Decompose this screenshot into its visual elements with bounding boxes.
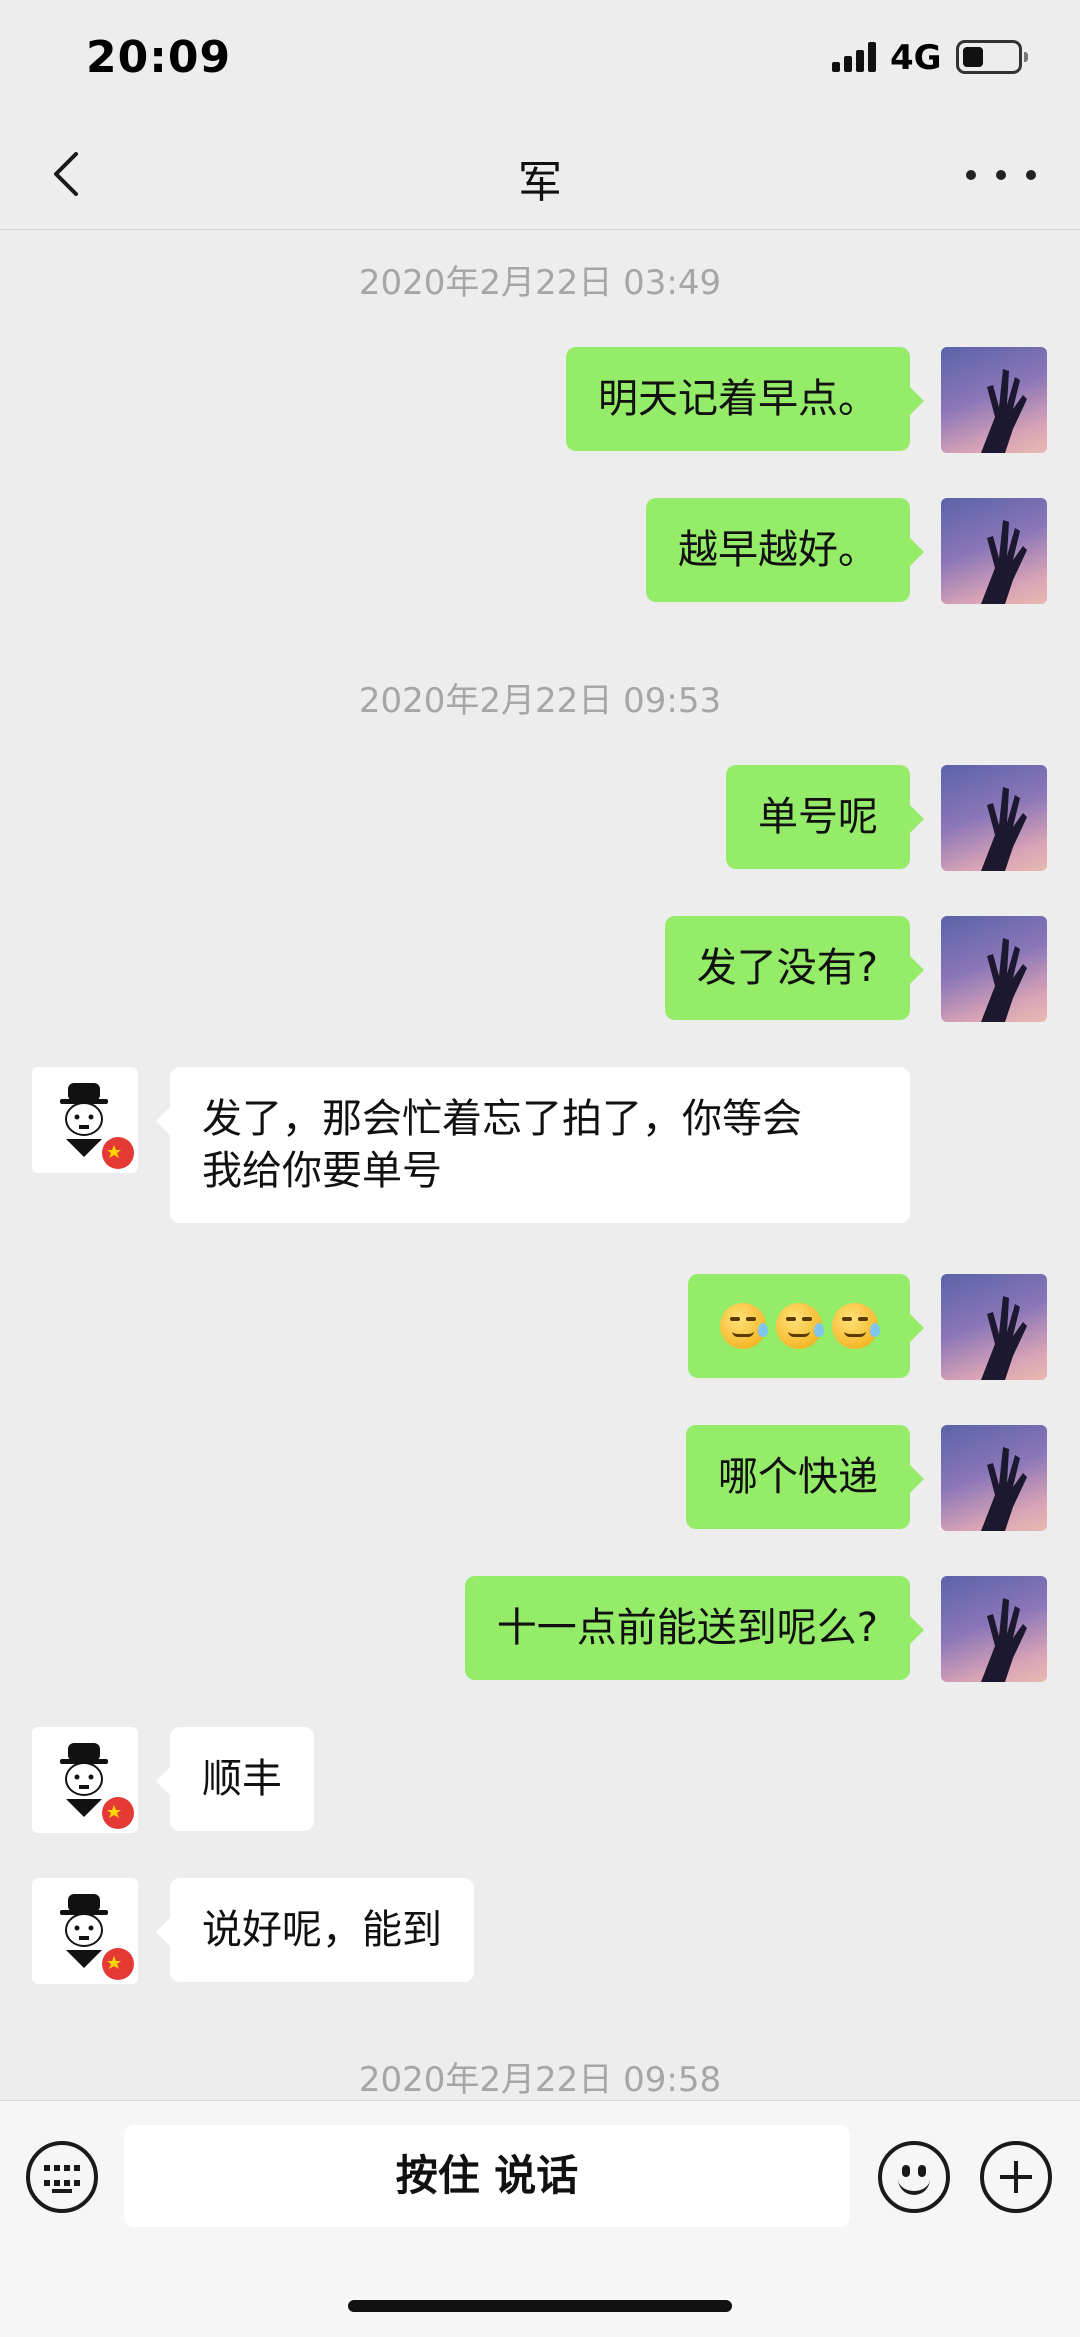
message-bubble-sent[interactable]: 十一点前能送到呢么?	[464, 1576, 925, 1680]
hand-silhouette-icon	[981, 520, 1027, 604]
message-list[interactable]: 2020年2月22日 03:49 明天记着早点。 越早越好。 2020年2月22…	[0, 230, 1080, 2100]
hand-silhouette-icon	[981, 1447, 1027, 1531]
message-bubble-received[interactable]: 顺丰	[156, 1727, 314, 1831]
message-bubble-sent[interactable]: 单号呢	[726, 765, 924, 869]
avatar[interactable]	[941, 1576, 1047, 1682]
message-bubble-sent[interactable]	[688, 1274, 924, 1378]
message-bubble-sent[interactable]: 越早越好。	[646, 498, 924, 602]
more-dots-icon	[966, 170, 976, 180]
avatar[interactable]	[32, 1727, 138, 1833]
avatar[interactable]	[941, 765, 1047, 871]
avatar[interactable]	[941, 1425, 1047, 1531]
message-bubble-sent[interactable]: 明天记着早点。	[566, 347, 924, 451]
signal-icon	[832, 40, 878, 72]
avatar[interactable]	[941, 1274, 1047, 1380]
hand-silhouette-icon	[981, 938, 1027, 1022]
chat-header: 军	[0, 120, 1080, 230]
message-line: 发了，那会忙着忘了拍了，你等会	[202, 1096, 802, 1142]
timestamp: 2020年2月22日 09:53	[358, 681, 722, 721]
avatar[interactable]	[941, 498, 1047, 604]
message-bubble-received[interactable]: 说好呢，能到	[156, 1878, 474, 1982]
hand-silhouette-icon	[981, 787, 1027, 871]
message-line: 我给你要单号	[202, 1148, 442, 1194]
home-indicator[interactable]	[348, 2300, 732, 2312]
timestamp: 2020年2月22日 03:49	[358, 263, 722, 303]
status-bar: 20:09 4G	[0, 0, 1080, 120]
chaplin-avatar-icon	[60, 1083, 134, 1169]
avatar[interactable]	[32, 1067, 138, 1173]
sweat-smile-emoji-icon	[720, 1303, 768, 1349]
battery-icon	[956, 40, 1028, 74]
emoji-button[interactable]	[878, 2141, 950, 2213]
message-bubble-received[interactable]: 发了，那会忙着忘了拍了，你等会 我给你要单号	[156, 1067, 910, 1223]
chaplin-avatar-icon	[60, 1894, 134, 1980]
status-time: 20:09	[86, 32, 232, 83]
avatar[interactable]	[941, 347, 1047, 453]
timestamp: 2020年2月22日 09:58	[358, 2060, 722, 2100]
avatar[interactable]	[941, 916, 1047, 1022]
hand-silhouette-icon	[981, 1296, 1027, 1380]
network-label: 4G	[890, 38, 942, 78]
more-actions-button[interactable]	[980, 2141, 1052, 2213]
sweat-smile-emoji-icon	[832, 1303, 880, 1349]
message-bubble-sent[interactable]: 哪个快递	[686, 1425, 924, 1529]
more-button[interactable]	[966, 150, 1036, 200]
keyboard-toggle-button[interactable]	[26, 2141, 98, 2213]
chaplin-avatar-icon	[60, 1743, 134, 1829]
message-bubble-sent[interactable]: 发了没有?	[664, 916, 925, 1020]
sweat-smile-emoji-icon	[776, 1303, 824, 1349]
hand-silhouette-icon	[981, 1598, 1027, 1682]
hold-to-talk-button[interactable]: 按住 说话	[124, 2125, 850, 2227]
hand-silhouette-icon	[981, 369, 1027, 453]
avatar[interactable]	[32, 1878, 138, 1984]
chat-title: 军	[518, 157, 562, 208]
